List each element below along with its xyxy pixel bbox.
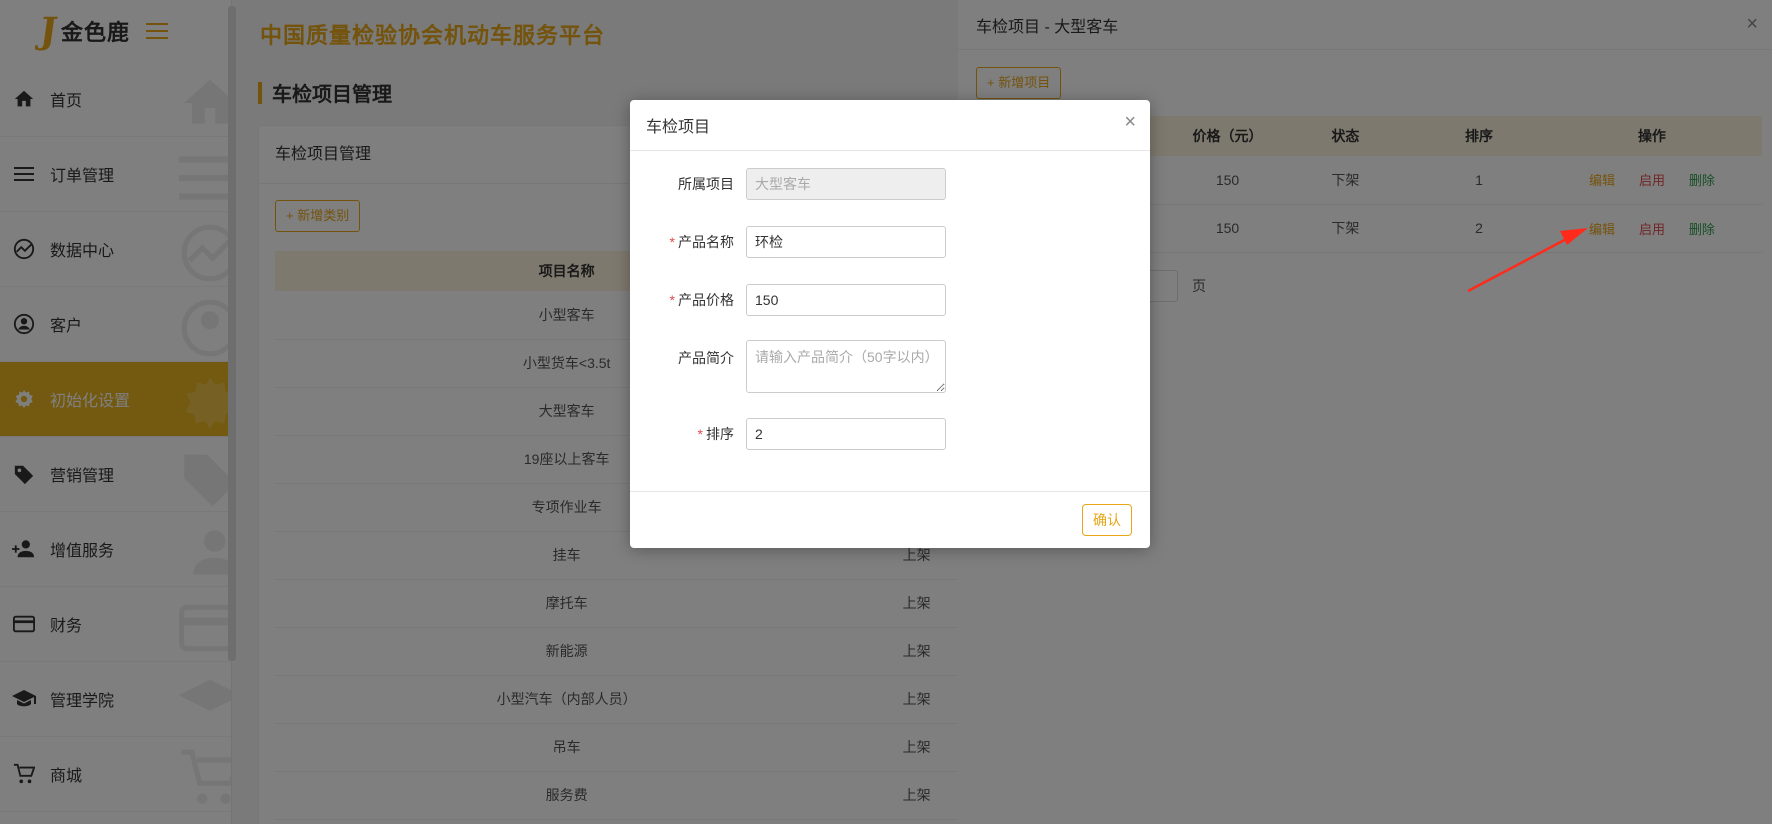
confirm-button[interactable]: 确认 [1082, 504, 1132, 536]
sort-label: * 排序 [697, 426, 734, 442]
form-row-category: 所属项目 [630, 168, 946, 200]
form-row-intro: 产品简介 [630, 340, 946, 393]
modal-close-icon[interactable]: × [1124, 112, 1136, 132]
product-price-field[interactable] [746, 284, 946, 316]
product-name-field[interactable] [746, 226, 946, 258]
sort-field[interactable] [746, 418, 946, 450]
product-intro-field[interactable] [746, 340, 946, 393]
required-mark: * [697, 426, 703, 442]
name-label: * 产品名称 [669, 234, 734, 250]
price-label: * 产品价格 [669, 292, 734, 308]
form-row-sort: * 排序 [630, 418, 946, 450]
modal-footer: 确认 [630, 491, 1150, 548]
form-row-name: * 产品名称 [630, 226, 946, 258]
modal-title: 车检项目 [630, 100, 1150, 151]
intro-label: 产品简介 [678, 350, 734, 366]
required-mark: * [669, 234, 675, 250]
category-label: 所属项目 [678, 176, 734, 192]
category-field [746, 168, 946, 200]
project-modal: 车检项目 × 所属项目 *产品名称 *产品价格 产品简介 *排序 确认 [630, 100, 1150, 548]
required-mark: * [669, 292, 675, 308]
form-row-price: * 产品价格 [630, 284, 946, 316]
